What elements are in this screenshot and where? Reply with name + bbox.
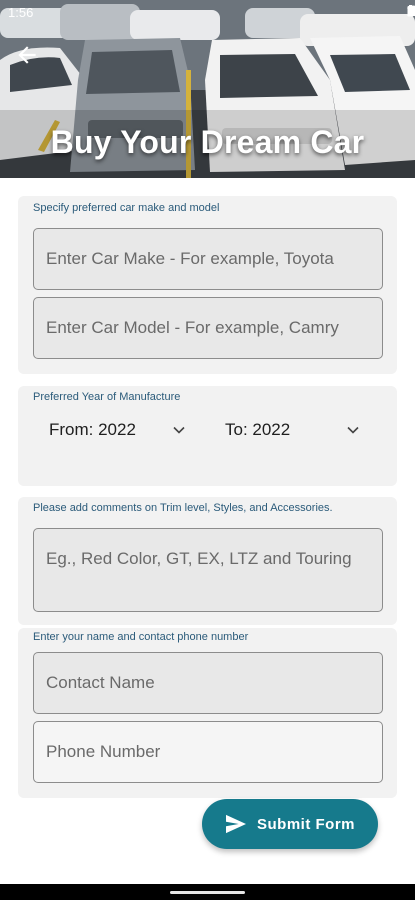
car-model-placeholder: Enter Car Model - For example, Camry xyxy=(46,318,339,337)
year-to-select[interactable]: To: 2022 xyxy=(225,410,369,450)
submit-form-label: Submit Form xyxy=(257,815,355,833)
battery-icon xyxy=(407,5,414,17)
page-title: Buy Your Dream Car xyxy=(50,124,365,160)
contact-name-placeholder: Contact Name xyxy=(46,673,155,692)
car-make-input[interactable]: Enter Car Make - For example, Toyota xyxy=(33,228,383,290)
system-nav-bar xyxy=(0,884,415,900)
phone-number-input[interactable]: Phone Number xyxy=(33,721,383,783)
status-time: 1:56 xyxy=(8,5,34,20)
header-banner: 1:56 Buy Your Dream Car xyxy=(0,0,415,178)
year-label: Preferred Year of Manufacture xyxy=(33,391,181,403)
year-from-select[interactable]: From: 2022 xyxy=(49,410,193,450)
year-from-value: From: 2022 xyxy=(49,420,136,439)
car-make-placeholder: Enter Car Make - For example, Toyota xyxy=(46,249,334,268)
back-button[interactable] xyxy=(14,42,44,72)
contact-name-input[interactable]: Contact Name xyxy=(33,652,383,714)
phone-number-placeholder: Phone Number xyxy=(46,742,161,761)
car-model-input[interactable]: Enter Car Model - For example, Camry xyxy=(33,297,383,359)
year-to-value: To: 2022 xyxy=(225,420,291,439)
comments-label: Please add comments on Trim level, Style… xyxy=(33,502,333,514)
chevron-down-icon xyxy=(173,426,185,434)
comments-placeholder: Eg., Red Color, GT, EX, LTZ and Touring xyxy=(46,549,352,568)
make-model-label: Specify preferred car make and model xyxy=(33,202,220,214)
home-gesture-handle[interactable] xyxy=(170,891,245,894)
comments-card: Please add comments on Trim level, Style… xyxy=(18,497,397,625)
send-icon xyxy=(226,814,246,834)
year-card: Preferred Year of Manufacture From: 2022… xyxy=(18,386,397,486)
make-model-card: Specify preferred car make and model Ent… xyxy=(18,196,397,374)
contact-card: Enter your name and contact phone number… xyxy=(18,628,397,798)
contact-label: Enter your name and contact phone number xyxy=(33,631,249,643)
submit-form-button[interactable]: Submit Form xyxy=(202,799,378,849)
comments-textarea[interactable]: Eg., Red Color, GT, EX, LTZ and Touring xyxy=(33,528,383,612)
arrow-left-icon xyxy=(18,46,36,64)
chevron-down-icon xyxy=(347,426,359,434)
